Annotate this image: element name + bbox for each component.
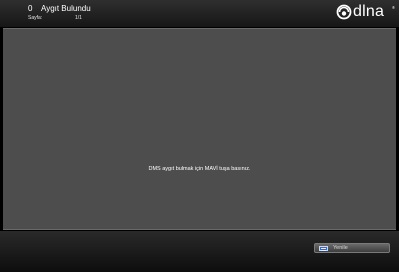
dlna-logo-icon	[336, 4, 352, 20]
footer-bar: Yenile	[0, 231, 399, 272]
page-label: Sayfa:	[28, 15, 43, 21]
dlna-logo: dlna ®	[336, 3, 396, 23]
blue-key-icon	[319, 246, 328, 251]
header-bar: 0 Aygıt Bulundu Sayfa: 1/1 dlna ®	[0, 0, 399, 27]
dlna-device-screen: 0 Aygıt Bulundu Sayfa: 1/1 dlna ® DMS ay…	[0, 0, 399, 272]
refresh-label: Yenile	[333, 245, 348, 251]
page-indicator: 1/1	[75, 15, 82, 21]
trademark-mark: ®	[392, 5, 395, 10]
device-count: 0	[28, 4, 33, 13]
refresh-button[interactable]: Yenile	[314, 243, 390, 253]
dlna-logo-text: dlna	[353, 3, 385, 20]
device-found-label: Aygıt Bulundu	[41, 4, 91, 13]
device-list-panel: DMS aygıt bulmak için MAVİ tuşa basınız.	[3, 28, 396, 230]
instruction-message: DMS aygıt bulmak için MAVİ tuşa basınız.	[148, 166, 251, 172]
